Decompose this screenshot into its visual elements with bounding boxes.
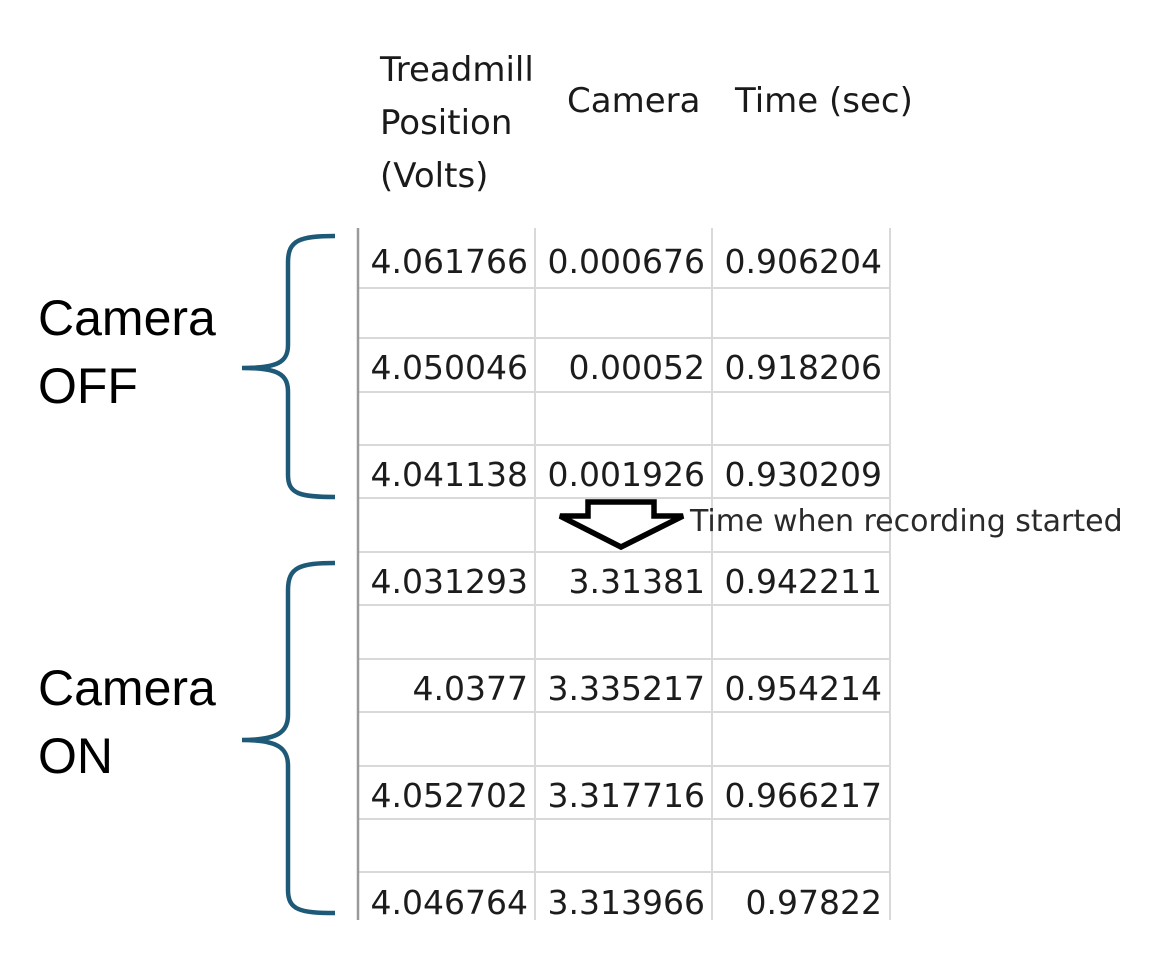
cell-camera: 3.335217 xyxy=(547,669,705,708)
camera-on-label: Camera ON xyxy=(38,660,216,784)
cell-time: 0.942211 xyxy=(724,562,882,601)
column-header-time: Time (sec) xyxy=(735,81,913,121)
cell-time: 0.966217 xyxy=(724,776,882,815)
cell-treadmill-position: 4.041138 xyxy=(370,455,528,494)
cell-camera: 3.317716 xyxy=(547,776,705,815)
cell-treadmill-position: 4.031293 xyxy=(370,562,528,601)
cell-treadmill-position: 4.050046 xyxy=(370,348,528,387)
camera-on-bracket xyxy=(241,560,336,916)
cell-time: 0.97822 xyxy=(745,883,882,922)
cell-treadmill-position: 4.0377 xyxy=(412,669,528,708)
cell-treadmill-position: 4.046764 xyxy=(370,883,528,922)
cell-camera: 3.313966 xyxy=(547,883,705,922)
cell-camera: 0.001926 xyxy=(547,455,705,494)
cell-treadmill-position: 4.061766 xyxy=(370,242,528,281)
cell-time: 0.930209 xyxy=(724,455,882,494)
cell-time: 0.906204 xyxy=(724,242,882,281)
down-arrow-icon xyxy=(558,499,685,551)
cell-camera: 0.000676 xyxy=(547,242,705,281)
column-header-treadmill-position: Treadmill Position (Volts) xyxy=(380,50,534,196)
cell-camera: 3.31381 xyxy=(568,562,705,601)
cell-time: 0.918206 xyxy=(724,348,882,387)
cell-treadmill-position: 4.052702 xyxy=(370,776,528,815)
cell-time: 0.954214 xyxy=(724,669,882,708)
cell-camera: 0.00052 xyxy=(568,348,705,387)
camera-off-label: Camera OFF xyxy=(38,290,216,414)
recording-start-annotation: Time when recording started xyxy=(690,504,1123,539)
column-header-camera: Camera xyxy=(567,81,701,121)
camera-off-bracket xyxy=(241,233,336,500)
